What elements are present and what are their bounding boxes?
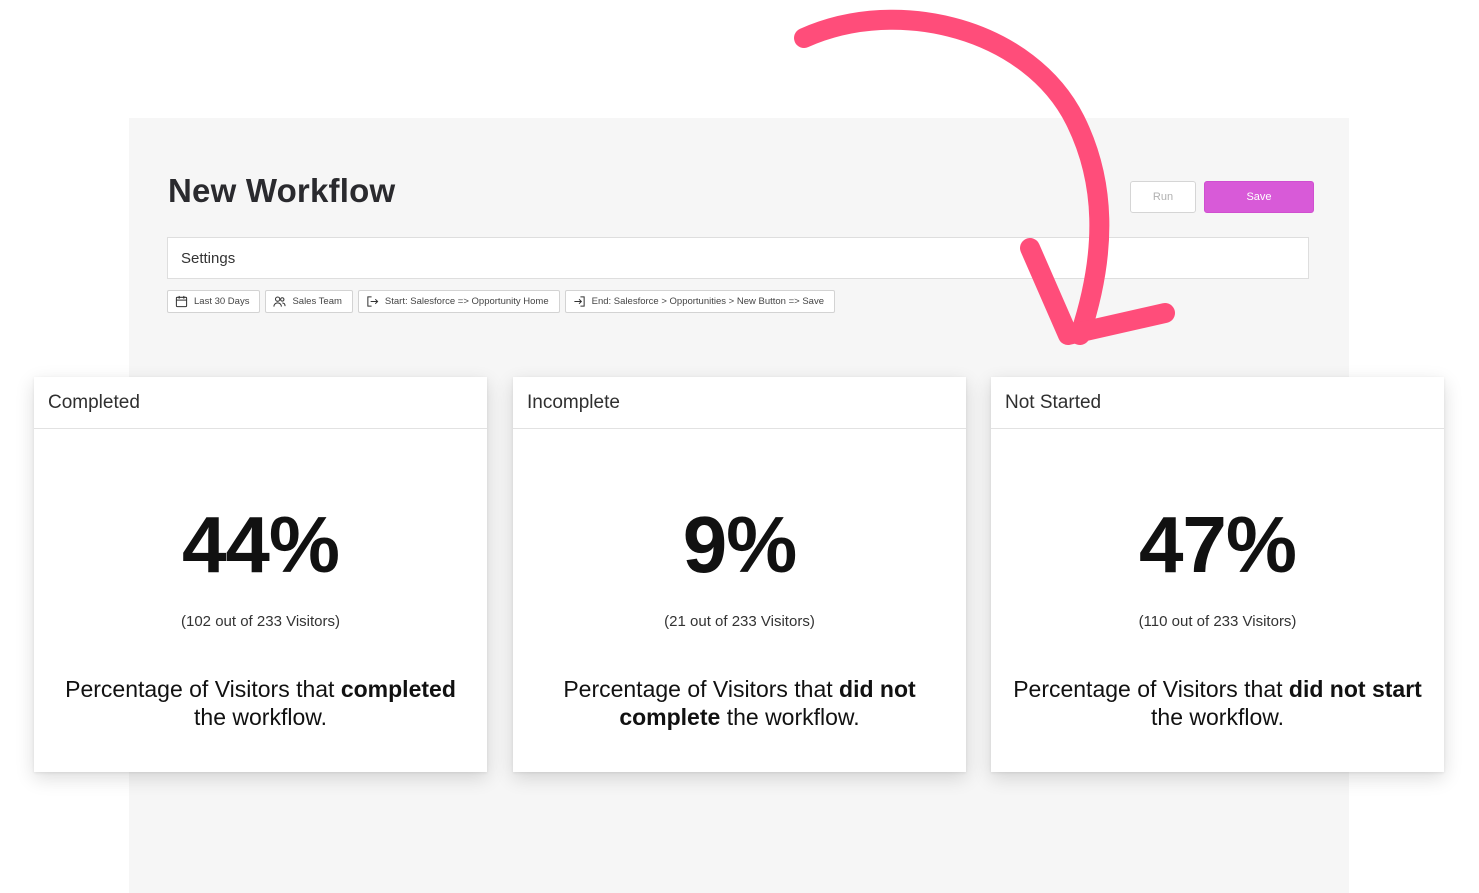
filter-chips: Last 30 Days Sales Team Start: Salesforc… (167, 290, 835, 313)
filter-chip-team[interactable]: Sales Team (265, 290, 353, 313)
card-title: Not Started (991, 377, 1444, 429)
incomplete-percent: 9% (682, 500, 798, 589)
filter-chip-date[interactable]: Last 30 Days (167, 290, 261, 313)
settings-label: Settings (181, 249, 236, 267)
filter-chip-label: Sales Team (292, 296, 342, 307)
users-icon (273, 296, 287, 307)
enter-icon (574, 296, 585, 307)
not-started-card: Not Started 47% (110 out of 233 Visitors… (991, 377, 1444, 772)
save-button[interactable]: Save (1204, 181, 1314, 213)
calendar-icon (175, 295, 188, 308)
filter-chip-start[interactable]: Start: Salesforce => Opportunity Home (357, 290, 560, 313)
exit-icon (367, 296, 379, 307)
completed-card: Completed 44% (102 out of 233 Visitors) … (34, 377, 487, 772)
filter-chip-label: Start: Salesforce => Opportunity Home (384, 296, 549, 307)
filter-chip-label: Last 30 Days (194, 296, 250, 307)
settings-bar[interactable]: Settings (167, 237, 1309, 279)
completed-percent: 44% (181, 500, 340, 589)
incomplete-count: (21 out of 233 Visitors) (664, 613, 815, 630)
not-started-count: (110 out of 233 Visitors) (1138, 613, 1297, 630)
card-title: Incomplete (513, 377, 966, 429)
card-description: Percentage of Visitors that did not comp… (563, 676, 916, 730)
page-title: New Workflow (168, 172, 396, 209)
incomplete-card: Incomplete 9% (21 out of 233 Visitors) P… (513, 377, 966, 772)
card-description: Percentage of Visitors that completed th… (65, 676, 456, 730)
completed-count: (102 out of 233 Visitors) (181, 613, 340, 630)
card-title: Completed (34, 377, 487, 429)
not-started-percent: 47% (1138, 500, 1297, 589)
card-description: Percentage of Visitors that did not star… (1013, 676, 1422, 730)
filter-chip-label: End: Salesforce > Opportunities > New Bu… (591, 296, 824, 307)
run-button[interactable]: Run (1130, 181, 1196, 213)
filter-chip-end[interactable]: End: Salesforce > Opportunities > New Bu… (564, 290, 835, 313)
